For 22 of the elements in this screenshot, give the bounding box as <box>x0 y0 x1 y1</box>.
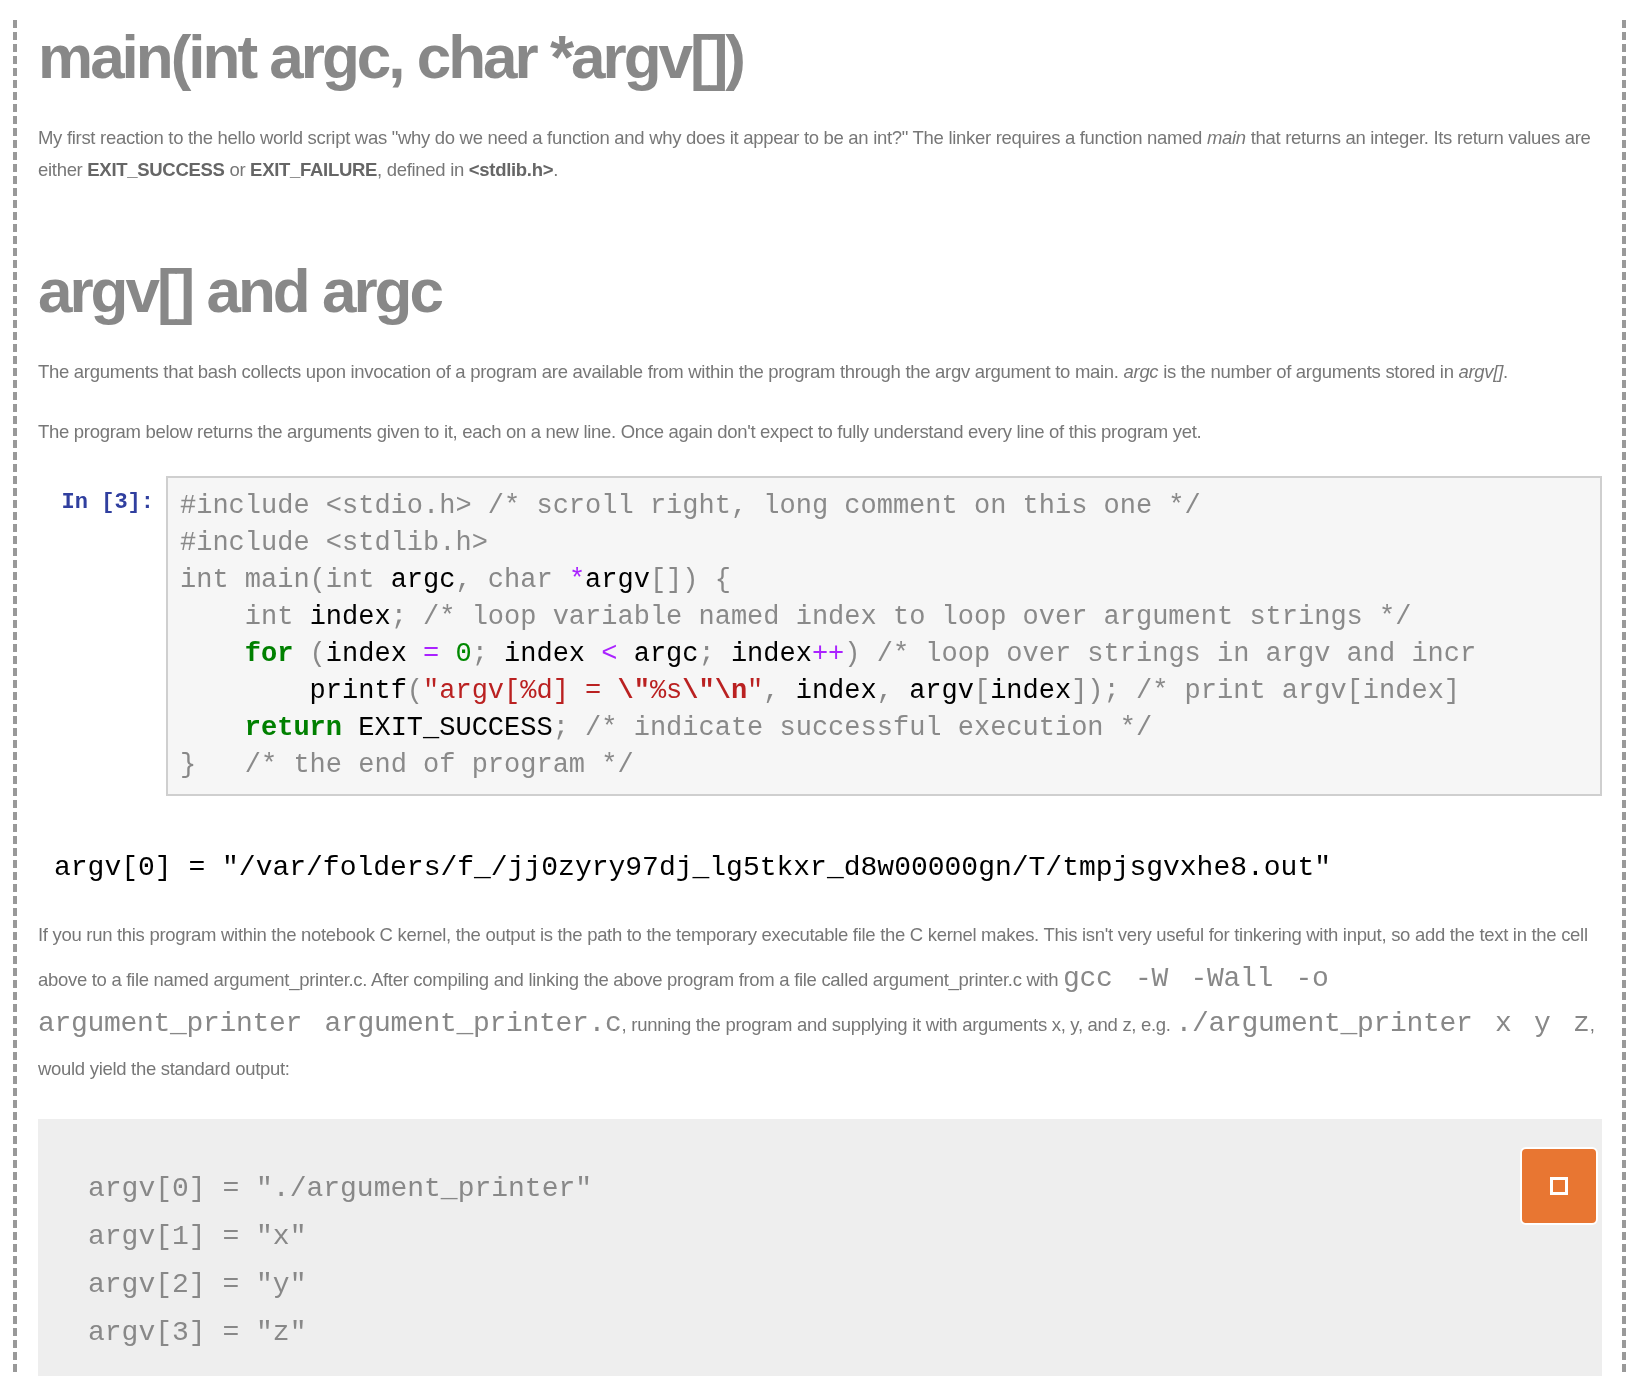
cell-prompt: In [3]: <box>60 489 155 515</box>
paragraph: My first reaction to the hello world script was "why do we need a function and why does it appear to be an int?" The linker requires a function named main that returns an integer. Its return values are either EXIT_SUCCESS or EXIT_FAILURE, defined in <stdlib.h>. <box>38 126 1592 182</box>
code-line: argv[1] = "x" <box>88 1220 308 1254</box>
square-icon <box>1550 1177 1568 1195</box>
code-line: for (index = 0; index < argc; index++) /* loop over strings in argv and incr <box>243 638 1478 671</box>
code-line: argv[2] = "y" <box>88 1268 308 1302</box>
paragraph: The arguments that bash collects upon invocation of a program are available from within the program through the argv argument to main. argc is the number of arguments stored in argv[]. <box>38 360 1509 384</box>
paragraph: The program below returns the arguments given to it, each on a new line. Once again don't expect to fully understand every line of this program yet. <box>38 420 1203 444</box>
paragraph: If you run this program within the notebook C kernel, the output is the path to the temporary executable file the C kernel makes. This isn't very useful for tinkering with input, so add the text in the cell above to a file named argument_printer.c. After compiling and linking the above program from a file called argument_printer.c with gcc -W -Wall -o argument_printer argument_printer.c, running the program and supplying it with arguments x, y, and z, e.g. ./argument_printer x y z, would yield the standard output: <box>38 923 1596 1081</box>
code-line: } /* the end of program */ <box>180 749 635 782</box>
code-line: argv[3] = "z" <box>88 1316 308 1350</box>
copy-button[interactable] <box>1520 1147 1598 1225</box>
section-heading: main(int argc, char *argv[]) <box>38 21 744 93</box>
code-line: argv[0] = "./argument_printer" <box>88 1172 594 1206</box>
cell-output: argv[0] = "/var/folders/f_/jj0zyry97dj_lg5tkxr_d8w00000gn/T/tmpjsgvxhe8.out" <box>54 852 1332 883</box>
code-line: return EXIT_SUCCESS; /* indicate successful execution */ <box>243 712 1154 745</box>
code-line: int main(int argc, char *argv[]) { <box>180 564 732 597</box>
code-line: #include <stdio.h> /* scroll right, long comment on this one */ <box>180 490 1202 523</box>
code-line: #include <stdlib.h> <box>180 527 489 560</box>
code-line: printf("argv[%d] = \"%s\"\n", index, argv[index]); /* print argv[index] <box>308 675 1462 708</box>
section-heading: argv[] and argc <box>38 255 443 327</box>
code-line: int index; /* loop variable named index to loop over argument strings */ <box>243 601 1413 634</box>
